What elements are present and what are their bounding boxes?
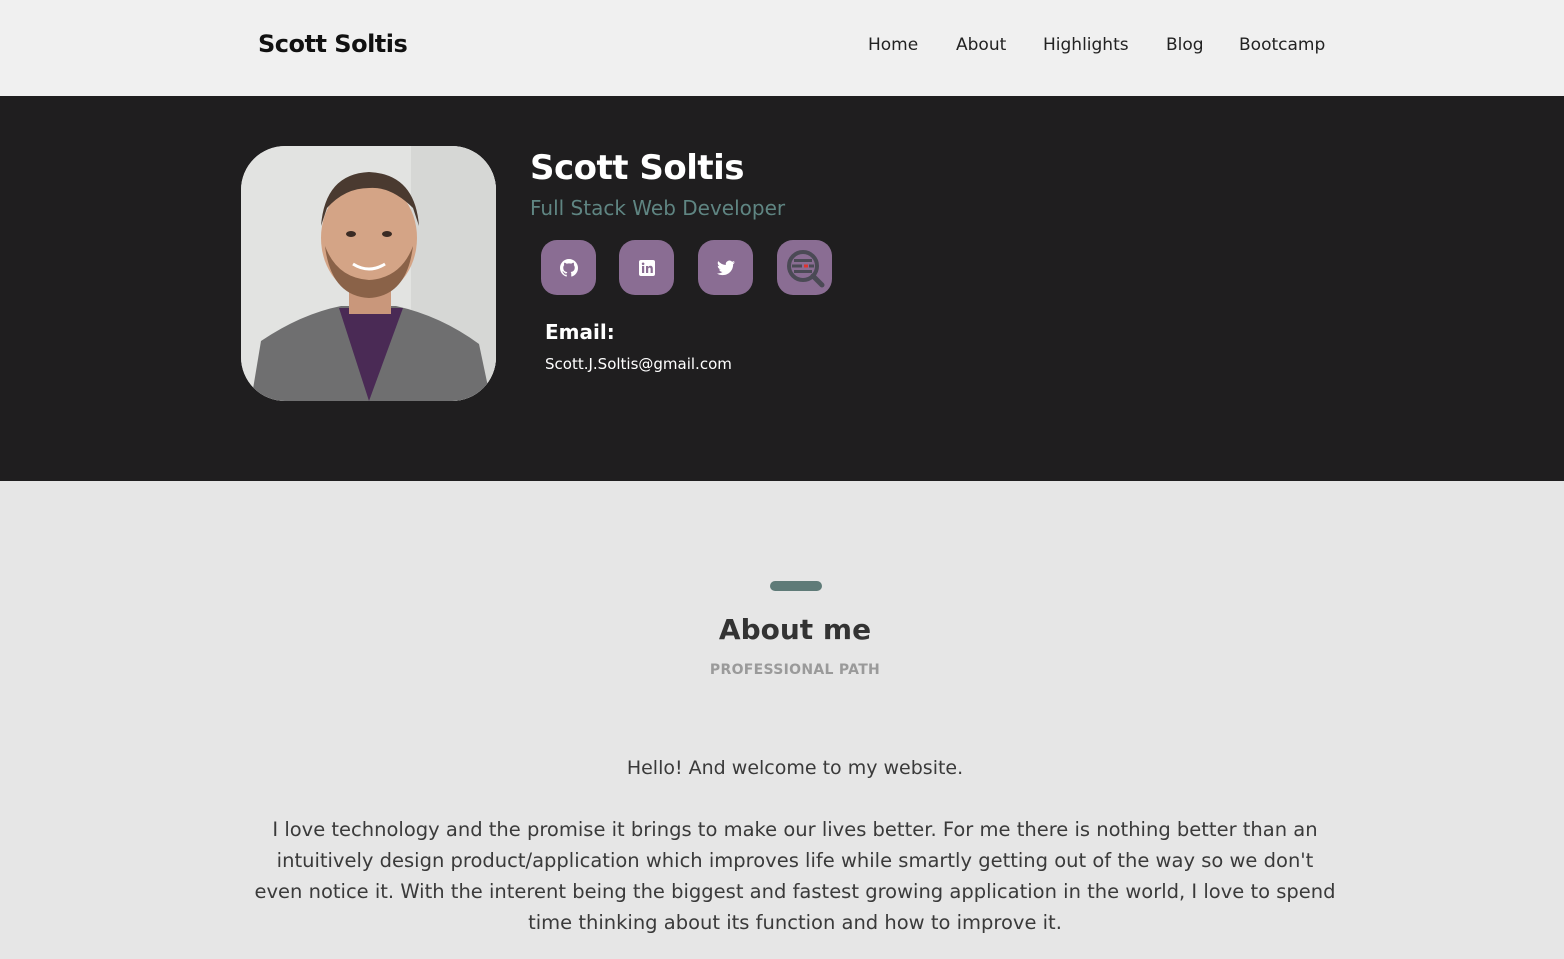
hero-section: Scott Soltis Full Stack Web Developer Em… bbox=[0, 96, 1564, 481]
about-section: About me PROFESSIONAL PATH Hello! And we… bbox=[0, 481, 1564, 959]
about-intro-text: Hello! And welcome to my website. bbox=[626, 757, 964, 779]
github-button[interactable] bbox=[541, 240, 596, 295]
nav-link-bootcamp[interactable]: Bootcamp bbox=[1239, 35, 1325, 55]
twitter-icon bbox=[716, 260, 735, 275]
search-code-button[interactable] bbox=[777, 240, 832, 295]
email-label: Email: bbox=[545, 320, 615, 344]
github-icon bbox=[559, 258, 578, 277]
main-nav: Home About Highlights Blog Bootcamp bbox=[0, 35, 1564, 59]
nav-link-blog[interactable]: Blog bbox=[1166, 35, 1204, 55]
linkedin-button[interactable] bbox=[619, 240, 674, 295]
twitter-button[interactable] bbox=[698, 240, 753, 295]
top-navbar: Scott Soltis Home About Highlights Blog … bbox=[0, 0, 1564, 96]
linkedin-icon bbox=[638, 259, 655, 276]
profile-photo bbox=[241, 146, 496, 401]
about-heading: About me bbox=[718, 613, 872, 646]
about-body-text: I love technology and the promise it bri… bbox=[254, 818, 1336, 934]
nav-link-highlights[interactable]: Highlights bbox=[1043, 35, 1129, 55]
about-subheading: PROFESSIONAL PATH bbox=[709, 662, 881, 678]
nav-link-home[interactable]: Home bbox=[868, 35, 918, 55]
nav-link-about[interactable]: About bbox=[956, 35, 1006, 55]
email-link[interactable]: Scott.J.Soltis@gmail.com bbox=[545, 355, 732, 373]
search-code-icon bbox=[786, 249, 824, 287]
hero-job-title: Full Stack Web Developer bbox=[530, 196, 786, 220]
section-accent-divider bbox=[770, 581, 822, 591]
hero-name: Scott Soltis bbox=[530, 148, 745, 188]
